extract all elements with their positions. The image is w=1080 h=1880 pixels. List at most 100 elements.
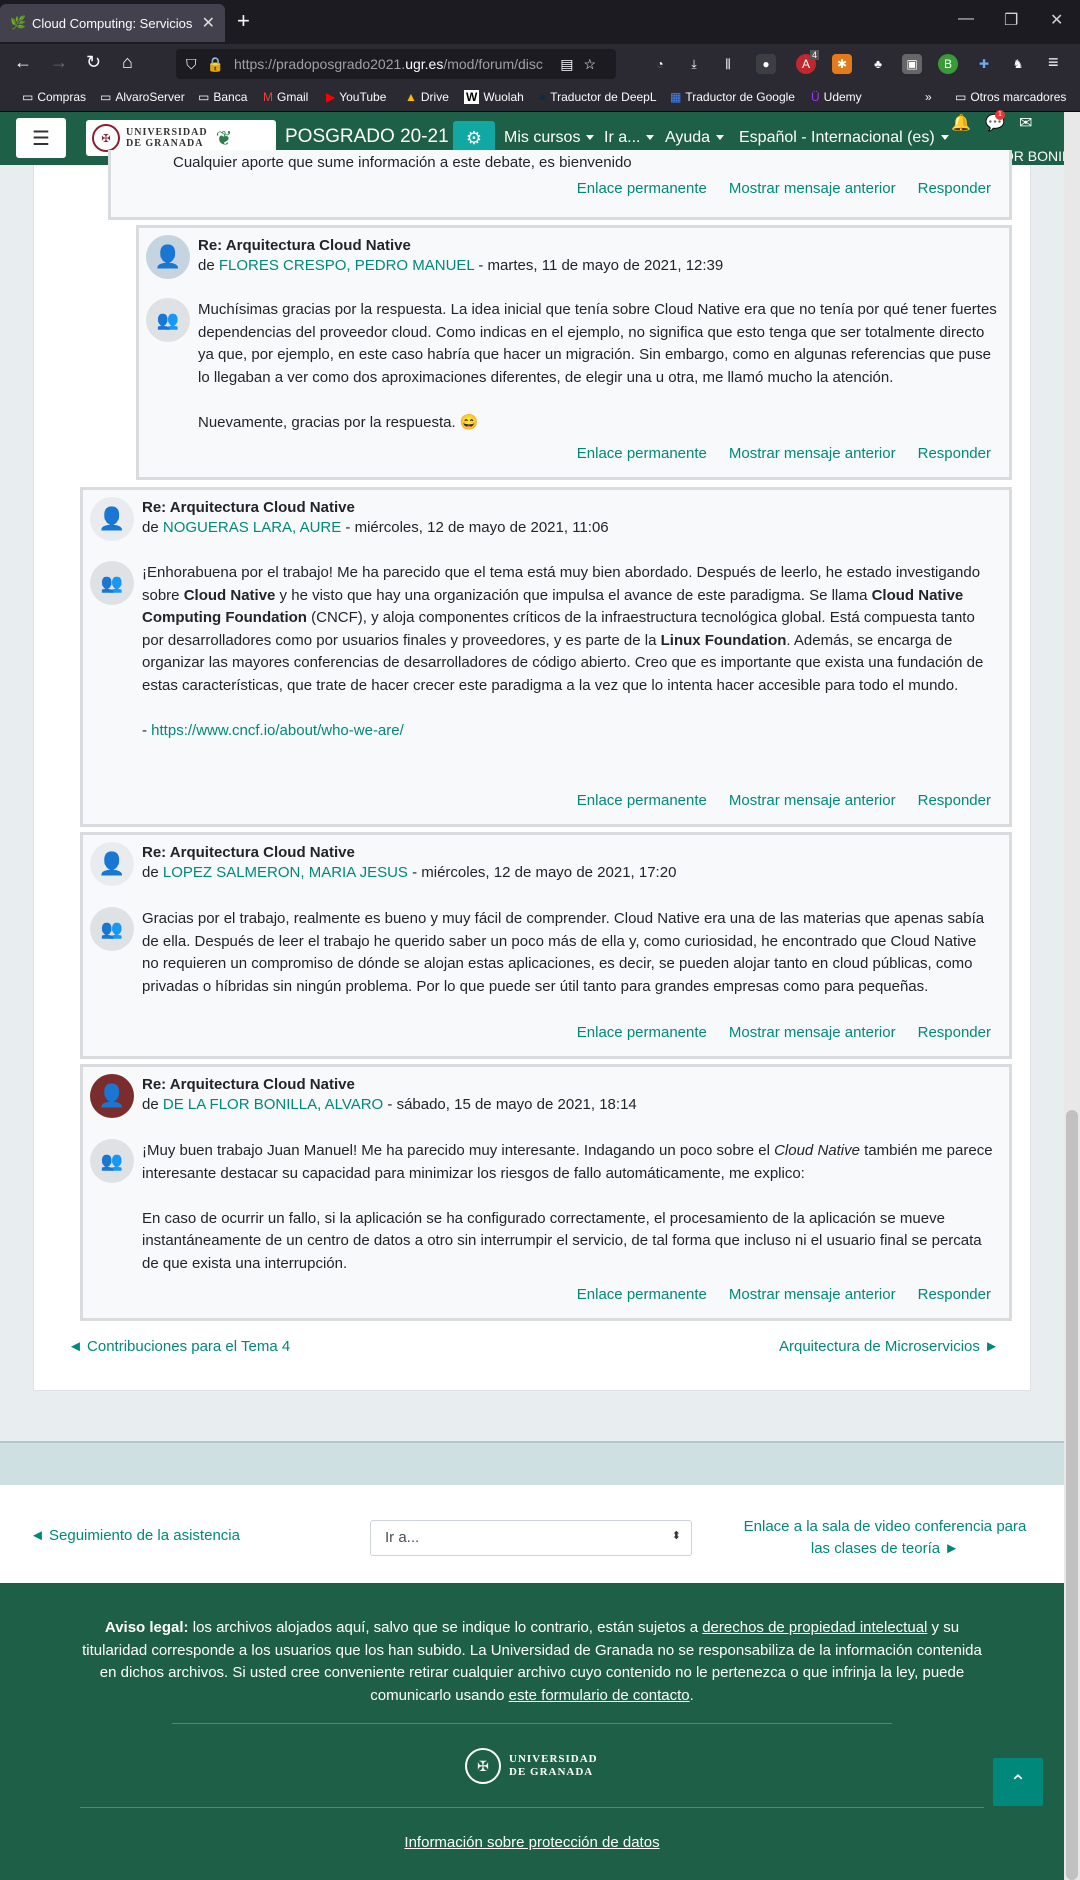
prev-discussion-link[interactable]: ◄ Contribuciones para el Tema 4 [68, 1338, 290, 1355]
extension-icon[interactable]: ● [756, 54, 776, 74]
reply-link[interactable]: Responder [918, 1286, 991, 1303]
reply-link[interactable]: Responder [918, 180, 991, 197]
divider [172, 1723, 892, 1724]
url-bar[interactable]: ⛉ 🔒 https://pradoposgrado2021.ugr.es/mod… [176, 49, 616, 79]
lungs-icon: ❦ [215, 127, 233, 150]
group-icon: 👥 [146, 298, 190, 342]
bell-icon[interactable]: 🔔 [951, 113, 971, 133]
show-parent-link[interactable]: Mostrar mensaje anterior [729, 1024, 896, 1041]
bookmark-folder[interactable]: ▭ Banca [198, 90, 247, 104]
footer-banner [0, 1441, 1064, 1485]
shield-icon[interactable]: ⛉ [186, 56, 197, 73]
extension-icon[interactable]: ♞ [1008, 54, 1028, 74]
extension-icon[interactable]: ▣ [902, 54, 922, 74]
menu-icon[interactable]: ≡ [1048, 52, 1059, 73]
post-body: Gracias por el trabajo, realmente es bue… [142, 910, 985, 995]
forum-post-previous: Cualquier aporte que sume información a … [108, 150, 1012, 220]
browser-tab[interactable]: 🌿 Cloud Computing: Servicios y A ✕ [0, 4, 225, 42]
forum-post: 👤 Re: Arquitectura Cloud Native de DE LA… [80, 1064, 1012, 1321]
reload-icon[interactable]: ↻ [86, 52, 101, 73]
forum-post: 👤 Re: Arquitectura Cloud Native de NOGUE… [80, 487, 1012, 827]
restore-icon[interactable]: ❐ [1004, 10, 1018, 30]
back-icon[interactable]: ← [14, 52, 32, 73]
reply-link[interactable]: Responder [918, 445, 991, 462]
permalink-link[interactable]: Enlace permanente [577, 1024, 707, 1041]
contact-form-link[interactable]: este formulario de contacto [509, 1687, 690, 1704]
prev-activity-link[interactable]: ◄ Seguimiento de la asistencia [30, 1527, 240, 1544]
extension-icon[interactable]: ✱ [832, 54, 852, 74]
author-link[interactable]: LOPEZ SALMERON, MARIA JESUS [163, 864, 408, 881]
author-link[interactable]: FLORES CRESPO, PEDRO MANUEL [219, 257, 474, 274]
privacy-link[interactable]: Información sobre protección de datos [0, 1834, 1064, 1851]
reply-link[interactable]: Responder [918, 792, 991, 809]
ip-rights-link[interactable]: derechos de propiedad intelectual [702, 1619, 927, 1636]
next-discussion-link[interactable]: Arquitectura de Microservicios ► [779, 1338, 999, 1355]
group-icon: 👥 [90, 907, 134, 951]
next-activity-link[interactable]: Enlace a la sala de video conferencia pa… [730, 1516, 1040, 1560]
menu-ayuda[interactable]: Ayuda [665, 129, 724, 147]
author-link[interactable]: NOGUERAS LARA, AURE [163, 519, 341, 536]
post-actions: Enlace permanente Mostrar mensaje anterio… [555, 1024, 991, 1041]
author-link[interactable]: DE LA FLOR BONILLA, ALVARO [163, 1096, 383, 1113]
jump-to-select[interactable]: Ir a... ⬍ [370, 1520, 692, 1556]
site-name[interactable]: POSGRADO 20-21 [285, 126, 449, 148]
extension-icon[interactable]: ✚ [974, 54, 994, 74]
home-icon[interactable]: ⌂ [122, 52, 133, 73]
bookmark-link[interactable]: Ü Udemy [811, 90, 862, 104]
bookmark-folder[interactable]: ▭ Compras [22, 90, 86, 104]
forward-icon[interactable]: → [50, 52, 68, 73]
bookmark-link[interactable]: W Wuolah [464, 90, 524, 104]
scrollbar-thumb[interactable] [1066, 1110, 1078, 1880]
arrow-up-icon: ⌃ [1009, 1771, 1027, 1794]
extension-icon[interactable]: B [938, 54, 958, 74]
menu-mis-cursos[interactable]: Mis cursos [504, 129, 594, 147]
post-byline: de DE LA FLOR BONILLA, ALVARO - sábado, … [142, 1096, 637, 1113]
drawer-toggle-button[interactable]: ☰ [16, 118, 66, 158]
minimize-icon[interactable]: — [958, 10, 974, 28]
library-icon[interactable]: ⫼ [718, 54, 738, 74]
reader-view-icon[interactable]: ▤ [560, 56, 573, 73]
other-bookmarks[interactable]: ▭ Otros marcadores [955, 90, 1066, 104]
show-parent-link[interactable]: Mostrar mensaje anterior [729, 180, 896, 197]
bookmark-link[interactable]: ▦ Traductor de Google [670, 90, 795, 104]
post-title: Re: Arquitectura Cloud Native [142, 1076, 355, 1093]
bookmarks-bar: ▭ Compras ▭ AlvaroServer ▭ Banca M Gmail ▶ Yo… [0, 84, 1080, 112]
menu-language[interactable]: Español - Internacional (es) [739, 129, 949, 147]
back-to-top-button[interactable]: ⌃ [993, 1758, 1043, 1806]
reply-link[interactable]: Responder [918, 1024, 991, 1041]
bookmark-link[interactable]: ▶ YouTube [326, 90, 386, 104]
new-tab-icon[interactable]: + [237, 8, 250, 34]
author-avatar[interactable]: 👤 [90, 1074, 134, 1118]
permalink-link[interactable]: Enlace permanente [577, 792, 707, 809]
permalink-link[interactable]: Enlace permanente [577, 445, 707, 462]
bookmark-link[interactable]: ▲ Drive [405, 90, 449, 104]
author-avatar[interactable]: 👤 [90, 497, 134, 541]
bookmark-link[interactable]: ● Traductor de DeepL [539, 90, 657, 104]
extension-icon[interactable]: ♣ [868, 54, 888, 74]
window-close-icon[interactable]: ✕ [1050, 10, 1063, 30]
envelope-icon[interactable]: ✉ [1019, 113, 1032, 133]
lock-icon[interactable]: 🔒 [207, 56, 224, 73]
show-parent-link[interactable]: Mostrar mensaje anterior [729, 1286, 896, 1303]
browser-toolbar: ← → ↻ ⌂ ⛉ 🔒 https://pradoposgrado2021.ug… [0, 44, 1080, 84]
gmail-icon: M [263, 90, 273, 104]
url-text[interactable]: https://pradoposgrado2021.ugr.es/mod/for… [234, 56, 560, 72]
show-parent-link[interactable]: Mostrar mensaje anterior [729, 792, 896, 809]
post-actions: Enlace permanente Mostrar mensaje anterio… [555, 1286, 991, 1303]
more-bookmarks-icon[interactable]: » [925, 90, 932, 104]
bookmark-link[interactable]: M Gmail [263, 90, 308, 104]
menu-ir-a[interactable]: Ir a... [604, 129, 654, 147]
cncf-link[interactable]: https://www.cncf.io/about/who-we-are/ [151, 722, 404, 739]
bookmark-folder[interactable]: ▭ AlvaroServer [100, 90, 185, 104]
downloads-icon[interactable]: ⤓ [684, 54, 704, 74]
permalink-link[interactable]: Enlace permanente [577, 1286, 707, 1303]
pocket-icon[interactable]: ◔ [650, 54, 670, 74]
author-avatar[interactable]: 👤 [90, 842, 134, 886]
author-avatar[interactable]: 👤 [146, 235, 190, 279]
permalink-link[interactable]: Enlace permanente [577, 180, 707, 197]
show-parent-link[interactable]: Mostrar mensaje anterior [729, 445, 896, 462]
forum-post: 👤 Re: Arquitectura Cloud Native de LOPEZ… [80, 832, 1012, 1059]
close-tab-icon[interactable]: ✕ [202, 13, 215, 33]
bookmark-star-icon[interactable]: ☆ [583, 56, 596, 73]
post-byline: de NOGUERAS LARA, AURE - miércoles, 12 d… [142, 519, 609, 536]
